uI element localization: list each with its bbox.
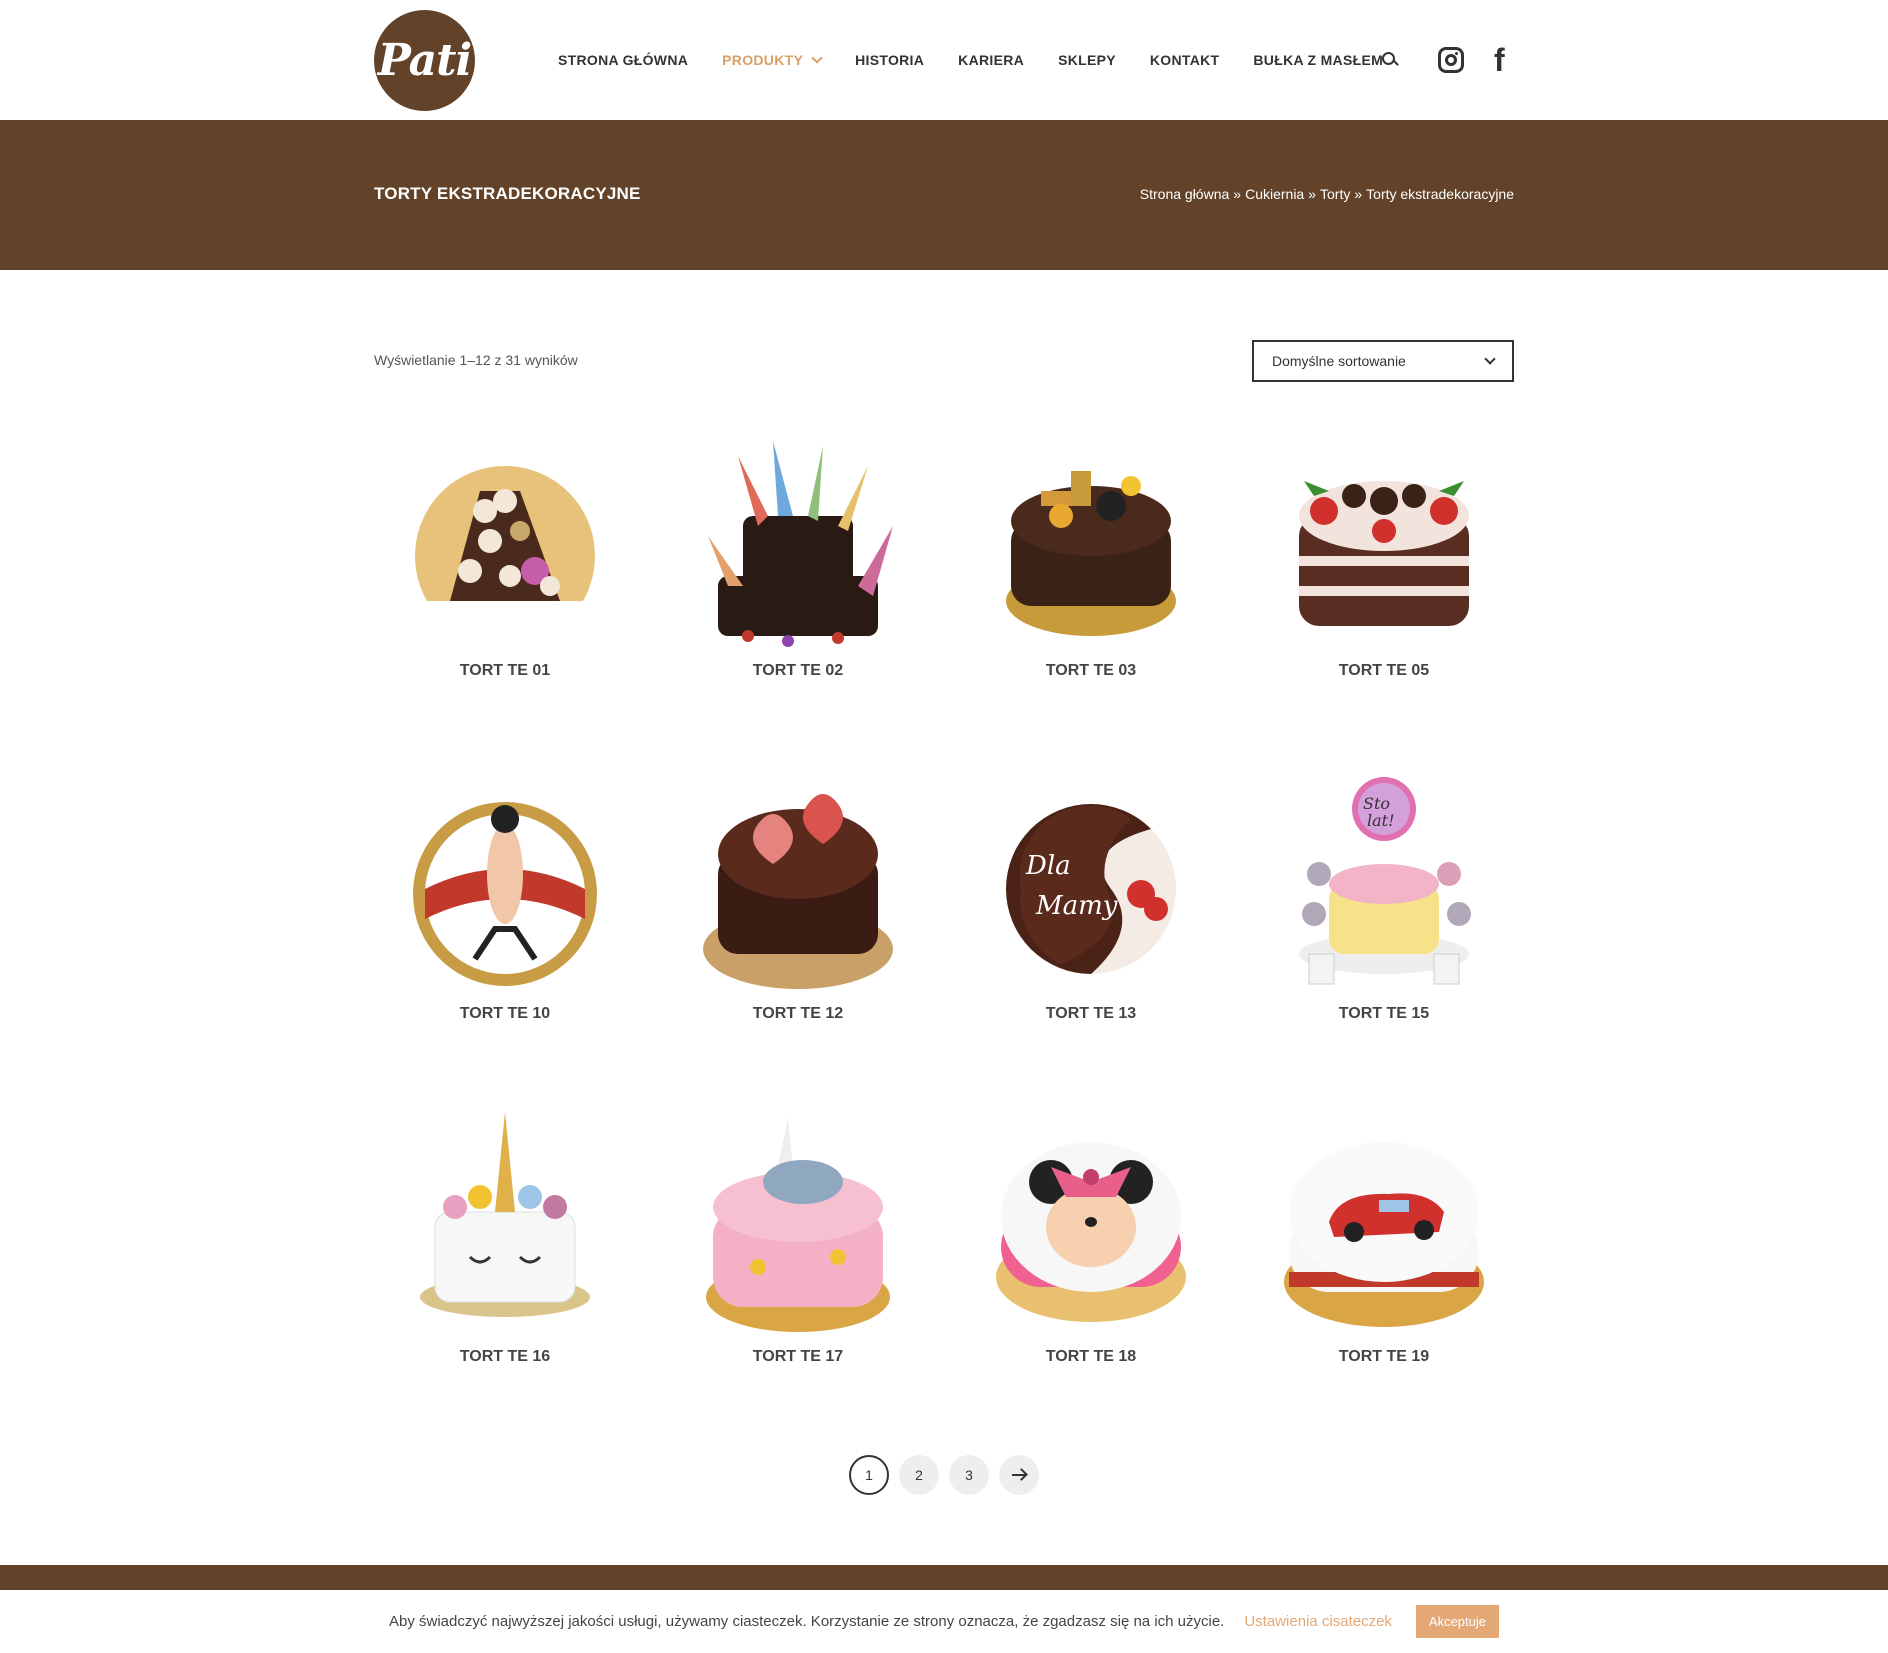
cake-image-te18 xyxy=(996,1142,1186,1322)
product-image[interactable] xyxy=(1250,1116,1518,1348)
product-name[interactable]: TORT TE 10 xyxy=(371,1005,639,1023)
sort-selected-label: Domyślne sortowanie xyxy=(1272,353,1406,369)
nav-item-kariera[interactable]: KARIERA xyxy=(958,52,1024,68)
product-image[interactable] xyxy=(371,1112,639,1348)
product-card[interactable]: TORT TE 19 xyxy=(1250,1116,1518,1366)
chevron-down-icon xyxy=(811,51,823,64)
cookie-settings-link[interactable]: Ustawienia cisateczek xyxy=(1244,1613,1392,1630)
page-button-1[interactable]: 1 xyxy=(849,1455,889,1495)
footer-band xyxy=(0,1565,1888,1590)
nav-label: KONTAKT xyxy=(1149,52,1220,68)
cookie-accept-button[interactable]: Akceptuje xyxy=(1415,1605,1499,1638)
cake-image-te01 xyxy=(415,466,595,641)
svg-text:Mamy: Mamy xyxy=(1035,891,1118,921)
product-card[interactable]: TORT TE 10 xyxy=(371,773,639,1023)
breadcrumb-separator: » xyxy=(1354,186,1363,202)
nav-label: STRONA GŁÓWNA xyxy=(558,52,689,68)
breadcrumb-link-cukiernia[interactable]: Cukiernia xyxy=(1245,186,1304,202)
nav-item-kontakt[interactable]: KONTAKT xyxy=(1150,52,1220,68)
cookie-text: Aby świadczyć najwyższej jakości usługi,… xyxy=(389,1613,1225,1630)
nav-label: KARIERA xyxy=(958,52,1025,68)
product-image[interactable] xyxy=(371,773,639,1005)
product-card[interactable]: TORT TE 01 xyxy=(371,430,639,680)
instagram-icon[interactable] xyxy=(1438,47,1464,73)
cake-image-te19 xyxy=(1284,1142,1484,1327)
product-name[interactable]: TORT TE 19 xyxy=(1250,1348,1518,1366)
product-name[interactable]: TORT TE 05 xyxy=(1250,662,1518,680)
nav-label: BUŁKA Z MASŁEM xyxy=(1253,52,1384,68)
product-card[interactable]: Sto lat! TORT TE 15 xyxy=(1250,773,1518,1023)
product-image[interactable] xyxy=(1250,430,1518,662)
main-nav: STRONA GŁÓWNA PRODUKTY HISTORIA KARIERA … xyxy=(558,0,1417,120)
cake-image-te12 xyxy=(703,794,893,989)
product-image[interactable] xyxy=(664,430,932,662)
nav-item-strona-glowna[interactable]: STRONA GŁÓWNA xyxy=(558,52,688,68)
search-icon[interactable] xyxy=(1380,50,1400,70)
product-image[interactable] xyxy=(664,773,932,1005)
product-card[interactable]: TORT TE 05 xyxy=(1250,430,1518,680)
page-button-3[interactable]: 3 xyxy=(949,1455,989,1495)
breadcrumb: Strona główna » Cukiernia » Torty » Tort… xyxy=(1140,186,1514,202)
sort-select[interactable]: Domyślne sortowanie xyxy=(1252,340,1514,382)
site-header: Pati STRONA GŁÓWNA PRODUKTY HISTORIA KAR… xyxy=(0,0,1888,120)
cake-image-te16 xyxy=(420,1112,590,1317)
product-card[interactable]: TORT TE 02 xyxy=(664,430,932,680)
cake-image-te13: Dla Mamy xyxy=(1006,804,1176,974)
cookie-bar: Aby świadczyć najwyższej jakości usługi,… xyxy=(0,1590,1888,1653)
product-name[interactable]: TORT TE 15 xyxy=(1250,1005,1518,1023)
product-card[interactable]: TORT TE 16 xyxy=(371,1112,639,1366)
cake-image-te05 xyxy=(1299,481,1469,626)
nav-label: PRODUKTY xyxy=(722,52,804,68)
cake-image-te15: Sto lat! xyxy=(1299,777,1471,985)
result-count: Wyświetlanie 1–12 z 31 wyników xyxy=(374,352,578,368)
nav-item-historia[interactable]: HISTORIA xyxy=(855,52,924,68)
product-card[interactable]: Dla Mamy TORT TE 13 xyxy=(957,773,1225,1023)
product-image[interactable]: Dla Mamy xyxy=(957,773,1225,1005)
product-name[interactable]: TORT TE 01 xyxy=(371,662,639,680)
product-name[interactable]: TORT TE 02 xyxy=(664,662,932,680)
pagination: 1 2 3 xyxy=(849,1455,1049,1495)
breadcrumb-current: Torty ekstradekoracyjne xyxy=(1366,186,1514,202)
header-icons: f xyxy=(1380,0,1505,120)
next-page-button[interactable] xyxy=(999,1455,1039,1495)
product-name[interactable]: TORT TE 18 xyxy=(957,1348,1225,1366)
pati-logo[interactable]: Pati xyxy=(374,10,475,111)
cake-image-te03 xyxy=(1006,471,1176,636)
product-card[interactable]: TORT TE 03 xyxy=(957,430,1225,680)
cake-image-te17 xyxy=(706,1117,890,1332)
svg-text:lat!: lat! xyxy=(1367,811,1395,830)
nav-item-produkty[interactable]: PRODUKTY xyxy=(722,51,823,68)
breadcrumb-link-torty[interactable]: Torty xyxy=(1320,186,1350,202)
product-image[interactable] xyxy=(957,430,1225,662)
product-name[interactable]: TORT TE 12 xyxy=(664,1005,932,1023)
product-image[interactable] xyxy=(957,1116,1225,1348)
product-card[interactable]: TORT TE 17 xyxy=(664,1116,932,1366)
product-image[interactable] xyxy=(371,430,639,662)
breadcrumb-separator: » xyxy=(1308,186,1317,202)
cake-image-te10 xyxy=(413,802,597,986)
svg-text:Dla: Dla xyxy=(1025,851,1071,881)
facebook-icon[interactable]: f xyxy=(1494,44,1505,76)
breadcrumb-link-home[interactable]: Strona główna xyxy=(1140,186,1230,202)
page-title: TORTY EKSTRADEKORACYJNE xyxy=(374,184,641,203)
nav-item-bulka-z-maslem[interactable]: BUŁKA Z MASŁEM xyxy=(1253,52,1383,68)
product-name[interactable]: TORT TE 13 xyxy=(957,1005,1225,1023)
product-name[interactable]: TORT TE 03 xyxy=(957,662,1225,680)
product-image[interactable]: Sto lat! xyxy=(1250,773,1518,1005)
product-card[interactable]: TORT TE 18 xyxy=(957,1116,1225,1366)
nav-label: HISTORIA xyxy=(855,52,925,68)
logo-text: Pati xyxy=(377,35,472,86)
chevron-down-icon xyxy=(1484,353,1496,365)
nav-item-sklepy[interactable]: SKLEPY xyxy=(1058,52,1116,68)
title-band xyxy=(0,120,1888,270)
nav-label: SKLEPY xyxy=(1058,52,1116,68)
arrow-right-icon xyxy=(1012,1474,1026,1476)
page-button-2[interactable]: 2 xyxy=(899,1455,939,1495)
product-image[interactable] xyxy=(664,1116,932,1348)
cake-image-te02 xyxy=(708,441,893,647)
product-card[interactable]: TORT TE 12 xyxy=(664,773,932,1023)
breadcrumb-separator: » xyxy=(1233,186,1242,202)
product-name[interactable]: TORT TE 17 xyxy=(664,1348,932,1366)
